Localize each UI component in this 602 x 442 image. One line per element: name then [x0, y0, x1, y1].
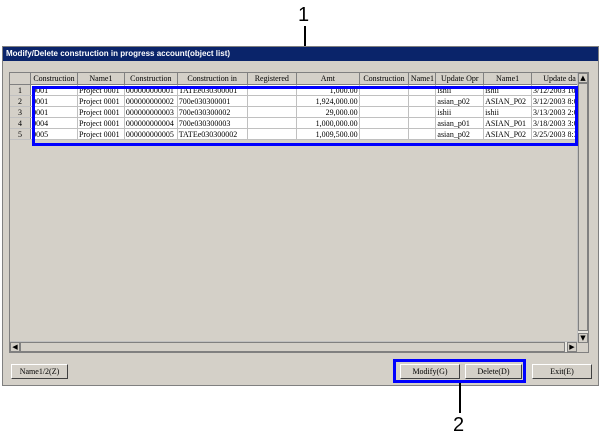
table-header-row: Construction Name1 Construction Construc…: [10, 73, 588, 85]
column-header[interactable]: Update Opr: [435, 73, 485, 85]
column-header[interactable]: Amt: [296, 73, 360, 85]
horizontal-scroll-thumb[interactable]: [20, 342, 565, 352]
highlight-box-table-rows: [32, 86, 578, 146]
window-title: Modify/Delete construction in progress a…: [3, 47, 598, 61]
vertical-scroll-thumb[interactable]: [578, 83, 588, 331]
column-header[interactable]: Name1: [483, 73, 533, 85]
horizontal-scrollbar[interactable]: ◀ ▶: [10, 341, 577, 352]
scroll-left-arrow-icon[interactable]: ◀: [10, 342, 20, 352]
scroll-up-arrow-icon[interactable]: ▲: [578, 73, 588, 83]
row-number: 2: [10, 95, 32, 107]
column-header[interactable]: Name1: [408, 73, 437, 85]
row-number-header: [10, 73, 32, 85]
column-header[interactable]: Construction in: [177, 73, 248, 85]
row-number: 3: [10, 106, 32, 118]
callout-line-2: [459, 383, 461, 413]
name12-button[interactable]: Name1/2(Z): [11, 364, 68, 379]
column-header[interactable]: Name1: [77, 73, 125, 85]
exit-button[interactable]: Exit(E): [532, 364, 592, 379]
column-header[interactable]: Construction: [124, 73, 178, 85]
scroll-down-arrow-icon[interactable]: ▼: [578, 333, 588, 343]
column-header[interactable]: Construction: [30, 73, 78, 85]
callout-number-2: 2: [453, 414, 465, 436]
row-number: 5: [10, 128, 32, 140]
column-header[interactable]: Construction: [359, 73, 410, 85]
row-number: 4: [10, 117, 32, 129]
scroll-right-arrow-icon[interactable]: ▶: [567, 342, 577, 352]
vertical-scrollbar[interactable]: ▲ ▼: [577, 73, 588, 343]
highlight-box-buttons: [393, 359, 526, 383]
column-header[interactable]: Registered: [247, 73, 298, 85]
row-number: 1: [10, 84, 32, 96]
callout-number-1: 1: [298, 4, 310, 26]
